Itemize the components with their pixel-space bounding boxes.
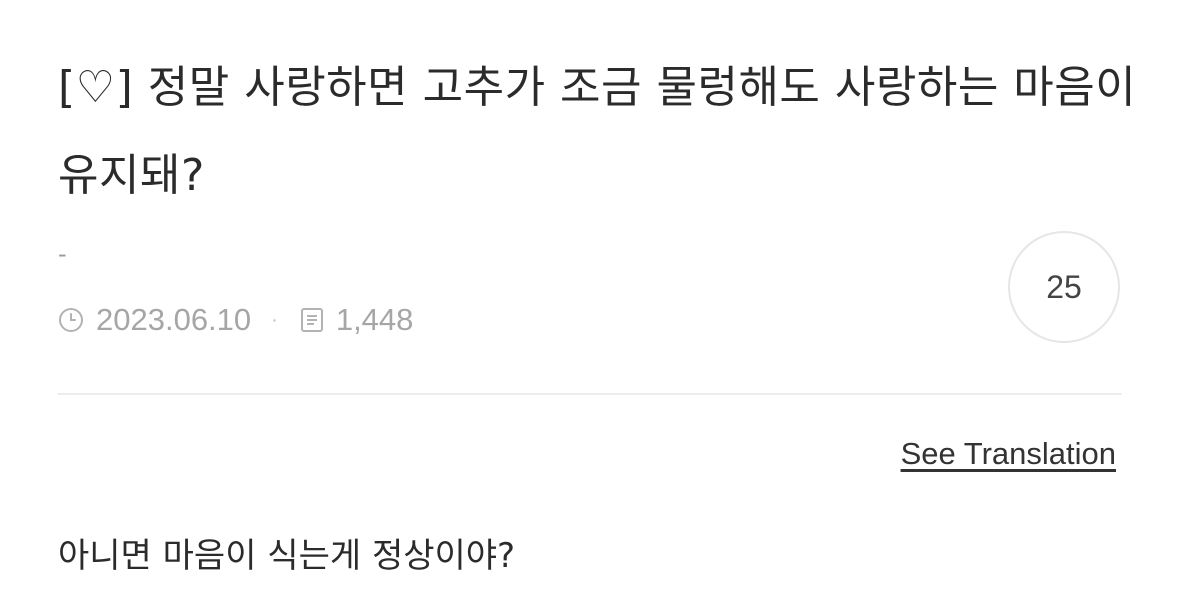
divider: [58, 393, 1122, 395]
clock-icon: [58, 307, 84, 333]
see-translation-link[interactable]: See Translation: [901, 436, 1116, 472]
meta-separator: ·: [271, 308, 278, 331]
post-title: [♡] 정말 사랑하면 고추가 조금 물렁해도 사랑하는 마음이 유지돼?: [58, 62, 1137, 201]
post-date: 2023.06.10: [96, 302, 252, 337]
document-icon: [300, 307, 324, 333]
post-view: [♡] 정말 사랑하면 고추가 조금 물렁해도 사랑하는 마음이 유지돼? - …: [0, 0, 1179, 600]
post-meta: 2023.06.10 · 1,448: [58, 300, 413, 340]
view-count: 1,448: [335, 302, 414, 337]
post-body: 아니면 마음이 식는게 정상이야?: [58, 536, 516, 576]
post-author: -: [58, 240, 67, 268]
comment-count-button[interactable]: 25: [1008, 231, 1120, 343]
